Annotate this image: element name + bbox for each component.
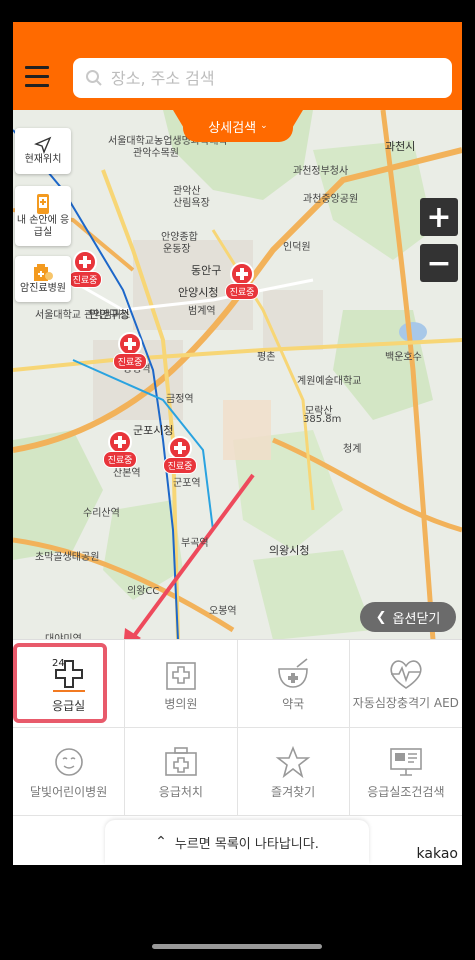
search-box[interactable] [73, 58, 452, 98]
app-header [13, 22, 462, 110]
hospital-icon [166, 661, 196, 690]
map-label: 운동장 [163, 244, 191, 255]
map-label: 관악수목원 [133, 148, 179, 159]
chevron-down-icon: ⌄ [260, 121, 268, 131]
chevron-left-icon: ❮ [375, 609, 387, 625]
cancer-hospital-icon [34, 264, 53, 281]
cancer-hospital-label: 암진료병원 [20, 283, 66, 294]
star-icon [275, 745, 311, 778]
zoom-in-button[interactable]: + [420, 198, 458, 236]
list-toggle-button[interactable]: ⌃ 누르면 목록이 나타납니다. [105, 820, 369, 864]
map-label: 과천중앙공원 [303, 194, 359, 205]
map-label: 서울대학교 관악캠퍼스 [35, 310, 131, 321]
emergency-hand-button[interactable]: 내 손안에 응급실 [15, 186, 71, 246]
pharmacy-icon [278, 657, 308, 688]
hospital-marker[interactable]: 진료중 [113, 332, 147, 370]
map-label: 백운호수 [385, 352, 422, 363]
map-label: 동안구 [191, 264, 222, 277]
hospital-marker[interactable]: 진료중 [163, 436, 197, 474]
map-label: 군포역 [173, 478, 201, 489]
search-input[interactable] [111, 68, 431, 88]
category-hospital[interactable]: 병의원 [125, 640, 238, 728]
map-label: 수리산역 [83, 508, 120, 519]
map-label: 부곡역 [181, 538, 209, 549]
map-view[interactable]: 서울대학교농업생명과학대학 관악수목원 관악산 산림욕장 안양종합 운동장 동안… [13, 109, 462, 650]
hospital-marker[interactable]: 진료중 [225, 262, 259, 300]
hamburger-menu-icon[interactable] [25, 66, 49, 88]
map-label: 의왕시청 [269, 544, 310, 557]
cancer-hospital-button[interactable]: 암진료병원 [15, 256, 71, 302]
category-moonlight-child[interactable]: 달빛어린이병원 [13, 728, 126, 816]
marker-tag: 진료중 [113, 353, 147, 370]
navigation-arrow-icon [34, 136, 52, 154]
detail-search-tab[interactable]: 상세검색 ⌄ [183, 110, 293, 142]
zoom-out-button[interactable]: − [420, 244, 458, 282]
monitor-icon [390, 747, 422, 776]
current-location-button[interactable]: 현재위치 [15, 128, 71, 174]
marker-tag: 진료중 [68, 271, 102, 288]
marker-tag: 진료중 [225, 283, 259, 300]
map-label: 인덕원 [283, 242, 311, 253]
category-label: 달빛어린이병원 [29, 784, 108, 799]
home-indicator[interactable] [152, 944, 322, 949]
category-label: 병의원 [164, 696, 198, 711]
marker-tag: 진료중 [163, 457, 197, 474]
map-label: 과천시 [385, 140, 416, 153]
category-favorites[interactable]: 즐겨찾기 [237, 728, 350, 816]
map-label: 오봉역 [209, 606, 237, 617]
moonlight-child-icon [54, 747, 83, 776]
category-er-condition-search[interactable]: 응급실조건검색 [349, 728, 462, 816]
map-label: 과천정부청사 [293, 166, 349, 177]
phone-frame: 서울대학교농업생명과학대학 관악수목원 관악산 산림욕장 안양종합 운동장 동안… [0, 0, 475, 960]
map-label: 385.8m [303, 414, 342, 425]
kakao-logo: kakao [416, 846, 458, 862]
selection-highlight [13, 643, 107, 723]
map-label: 청계 [343, 444, 362, 455]
phone-emergency-icon [37, 194, 49, 214]
map-label: 산림욕장 [173, 198, 210, 209]
map-label: 의왕CC [127, 586, 160, 597]
category-label: 자동심장충격기 AED [352, 695, 459, 710]
option-close-label: 옵션닫기 [392, 611, 441, 627]
hospital-marker[interactable]: 진료중 [103, 430, 137, 468]
category-pharmacy[interactable]: 약국 [237, 640, 350, 728]
hospital-marker[interactable]: 진료중 [68, 250, 102, 288]
emergency-hand-label: 내 손안에 응급실 [16, 215, 70, 238]
detail-search-label: 상세검색 [208, 120, 257, 136]
aed-icon [390, 659, 422, 689]
app-screen: 서울대학교농업생명과학대학 관악수목원 관악산 산림욕장 안양종합 운동장 동안… [13, 22, 462, 865]
category-aed[interactable]: 자동심장충격기 AED [349, 640, 462, 728]
map-label: 초막골생태공원 [35, 552, 100, 563]
category-label: 즐겨찾기 [271, 784, 316, 799]
marker-tag: 진료중 [103, 451, 137, 468]
list-toggle-label: 누르면 목록이 나타납니다. [174, 836, 319, 852]
chevron-up-icon: ⌃ [155, 834, 167, 850]
option-close-button[interactable]: ❮ 옵션닫기 [360, 602, 456, 632]
map-label: 범계역 [188, 306, 216, 317]
category-label: 약국 [282, 696, 305, 711]
search-icon [86, 70, 102, 86]
map-label: 평촌 [257, 352, 276, 363]
map-label: 금정역 [166, 394, 194, 405]
current-location-label: 현재위치 [24, 154, 62, 165]
category-first-aid[interactable]: 응급처치 [125, 728, 238, 816]
map-label: 안양시청 [178, 286, 219, 299]
category-label: 응급실조건검색 [367, 784, 445, 799]
first-aid-icon [165, 746, 197, 776]
map-label: 계원예술대학교 [297, 376, 362, 387]
category-label: 응급처치 [158, 784, 203, 799]
